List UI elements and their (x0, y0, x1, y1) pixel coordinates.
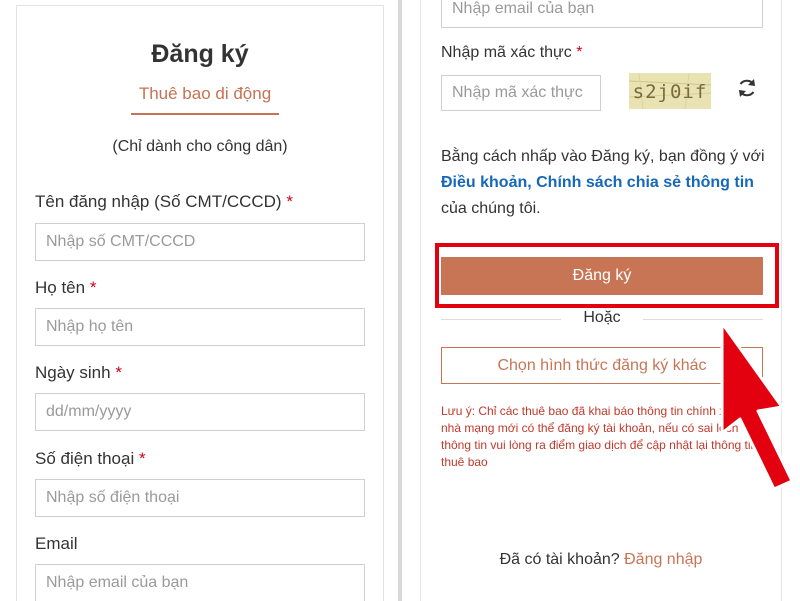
birthdate-label: Ngày sinh * (35, 363, 122, 382)
username-label: Tên đăng nhập (Số CMT/CCCD) * (35, 192, 293, 211)
page-title: Đăng ký (151, 40, 249, 68)
email-label: Email (35, 534, 78, 553)
email-input[interactable] (35, 564, 365, 601)
phone-input[interactable] (35, 479, 365, 517)
terms-text: Bằng cách nhấp vào Đăng ký, bạn đồng ý v… (441, 148, 765, 217)
fullname-label: Họ tên * (35, 278, 97, 297)
username-input[interactable] (35, 223, 365, 261)
fullname-input[interactable] (35, 308, 365, 346)
left-panel: Đăng ký Thuê bao di động (Chỉ dành cho c… (0, 0, 398, 601)
tab-mobile-subscriber[interactable]: Thuê bao di động (131, 84, 279, 115)
form-subtitle: (Chỉ dành cho công dân) (112, 138, 288, 155)
refresh-icon[interactable] (735, 76, 759, 100)
birthdate-input[interactable] (35, 393, 365, 431)
email-input-continued[interactable] (441, 0, 763, 28)
login-link[interactable]: Đăng nhập (624, 551, 702, 568)
phone-label: Số điện thoại * (35, 449, 146, 468)
captcha-image: s2j0if (629, 73, 711, 109)
captcha-text: s2j0if (633, 81, 708, 103)
login-prompt: Đã có tài khoản? Đăng nhập (499, 551, 703, 568)
terms-link[interactable]: Điều khoản, Chính sách chia sẻ thông tin (441, 174, 754, 191)
right-panel: Nhập mã xác thực * s2j0if Bằng cách nhấp… (402, 0, 800, 601)
captcha-input[interactable] (441, 75, 601, 111)
register-form-card: Đăng ký Thuê bao di động (Chỉ dành cho c… (16, 5, 384, 601)
captcha-label: Nhập mã xác thực * (441, 44, 583, 61)
register-form-card-continued: Nhập mã xác thực * s2j0if Bằng cách nhấp… (420, 0, 782, 601)
red-arrow-annotation (720, 321, 794, 490)
register-button[interactable]: Đăng ký (441, 257, 763, 295)
